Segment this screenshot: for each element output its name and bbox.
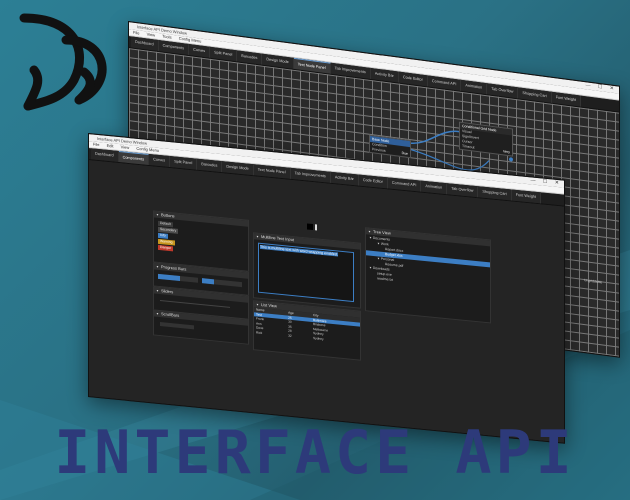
tree-item-label: Documents	[372, 235, 390, 242]
multiline-text-input[interactable]: This is multiline text with word wrappin…	[258, 242, 354, 303]
dd-logo-icon	[19, 13, 107, 111]
list-view-panel: ▼ List View Name Age City Test 25 Baltimore…	[253, 300, 361, 361]
buttons-panel: ▼ Buttons Default Secondary Info Warning …	[153, 210, 249, 272]
multiline-panel: ▼ Multiline Text Input This is multiline …	[253, 232, 361, 309]
components-content: ▼ Buttons Default Secondary Info Warning …	[89, 160, 564, 443]
color-swatch-handle[interactable]	[315, 224, 317, 231]
menu-file[interactable]: File	[133, 30, 139, 36]
color-swatch[interactable]	[307, 223, 313, 231]
menu-edit[interactable]: Edit	[107, 143, 114, 149]
tree-item-label: readme.txt	[377, 276, 394, 282]
tree-item-label: Personal	[380, 256, 395, 263]
tab-curves[interactable]: Curves	[149, 153, 171, 168]
danger-button[interactable]: Danger	[158, 244, 174, 252]
progress-bar-1	[158, 273, 198, 283]
tree-item-label: Work	[380, 241, 389, 247]
front-demo-window: Interface API Demo Window — ☐ ✕ File Edi…	[88, 133, 565, 444]
progress-fill	[158, 273, 180, 282]
slider-track[interactable]	[160, 300, 230, 308]
horizontal-scrollbar[interactable]	[160, 322, 194, 330]
tree-view-panel: ▼ Tree View ▼ Documents ▼ Work Report.docx B…	[365, 227, 491, 324]
menu-view[interactable]: View	[121, 144, 130, 150]
progress-fill	[202, 278, 214, 285]
interface-api-banner: INTERFACE API	[54, 418, 576, 488]
menu-file[interactable]: File	[93, 141, 99, 147]
info-button[interactable]: Info	[158, 232, 168, 239]
tree-item-label: Downloads	[372, 265, 390, 272]
progress-bar-2	[202, 278, 242, 288]
